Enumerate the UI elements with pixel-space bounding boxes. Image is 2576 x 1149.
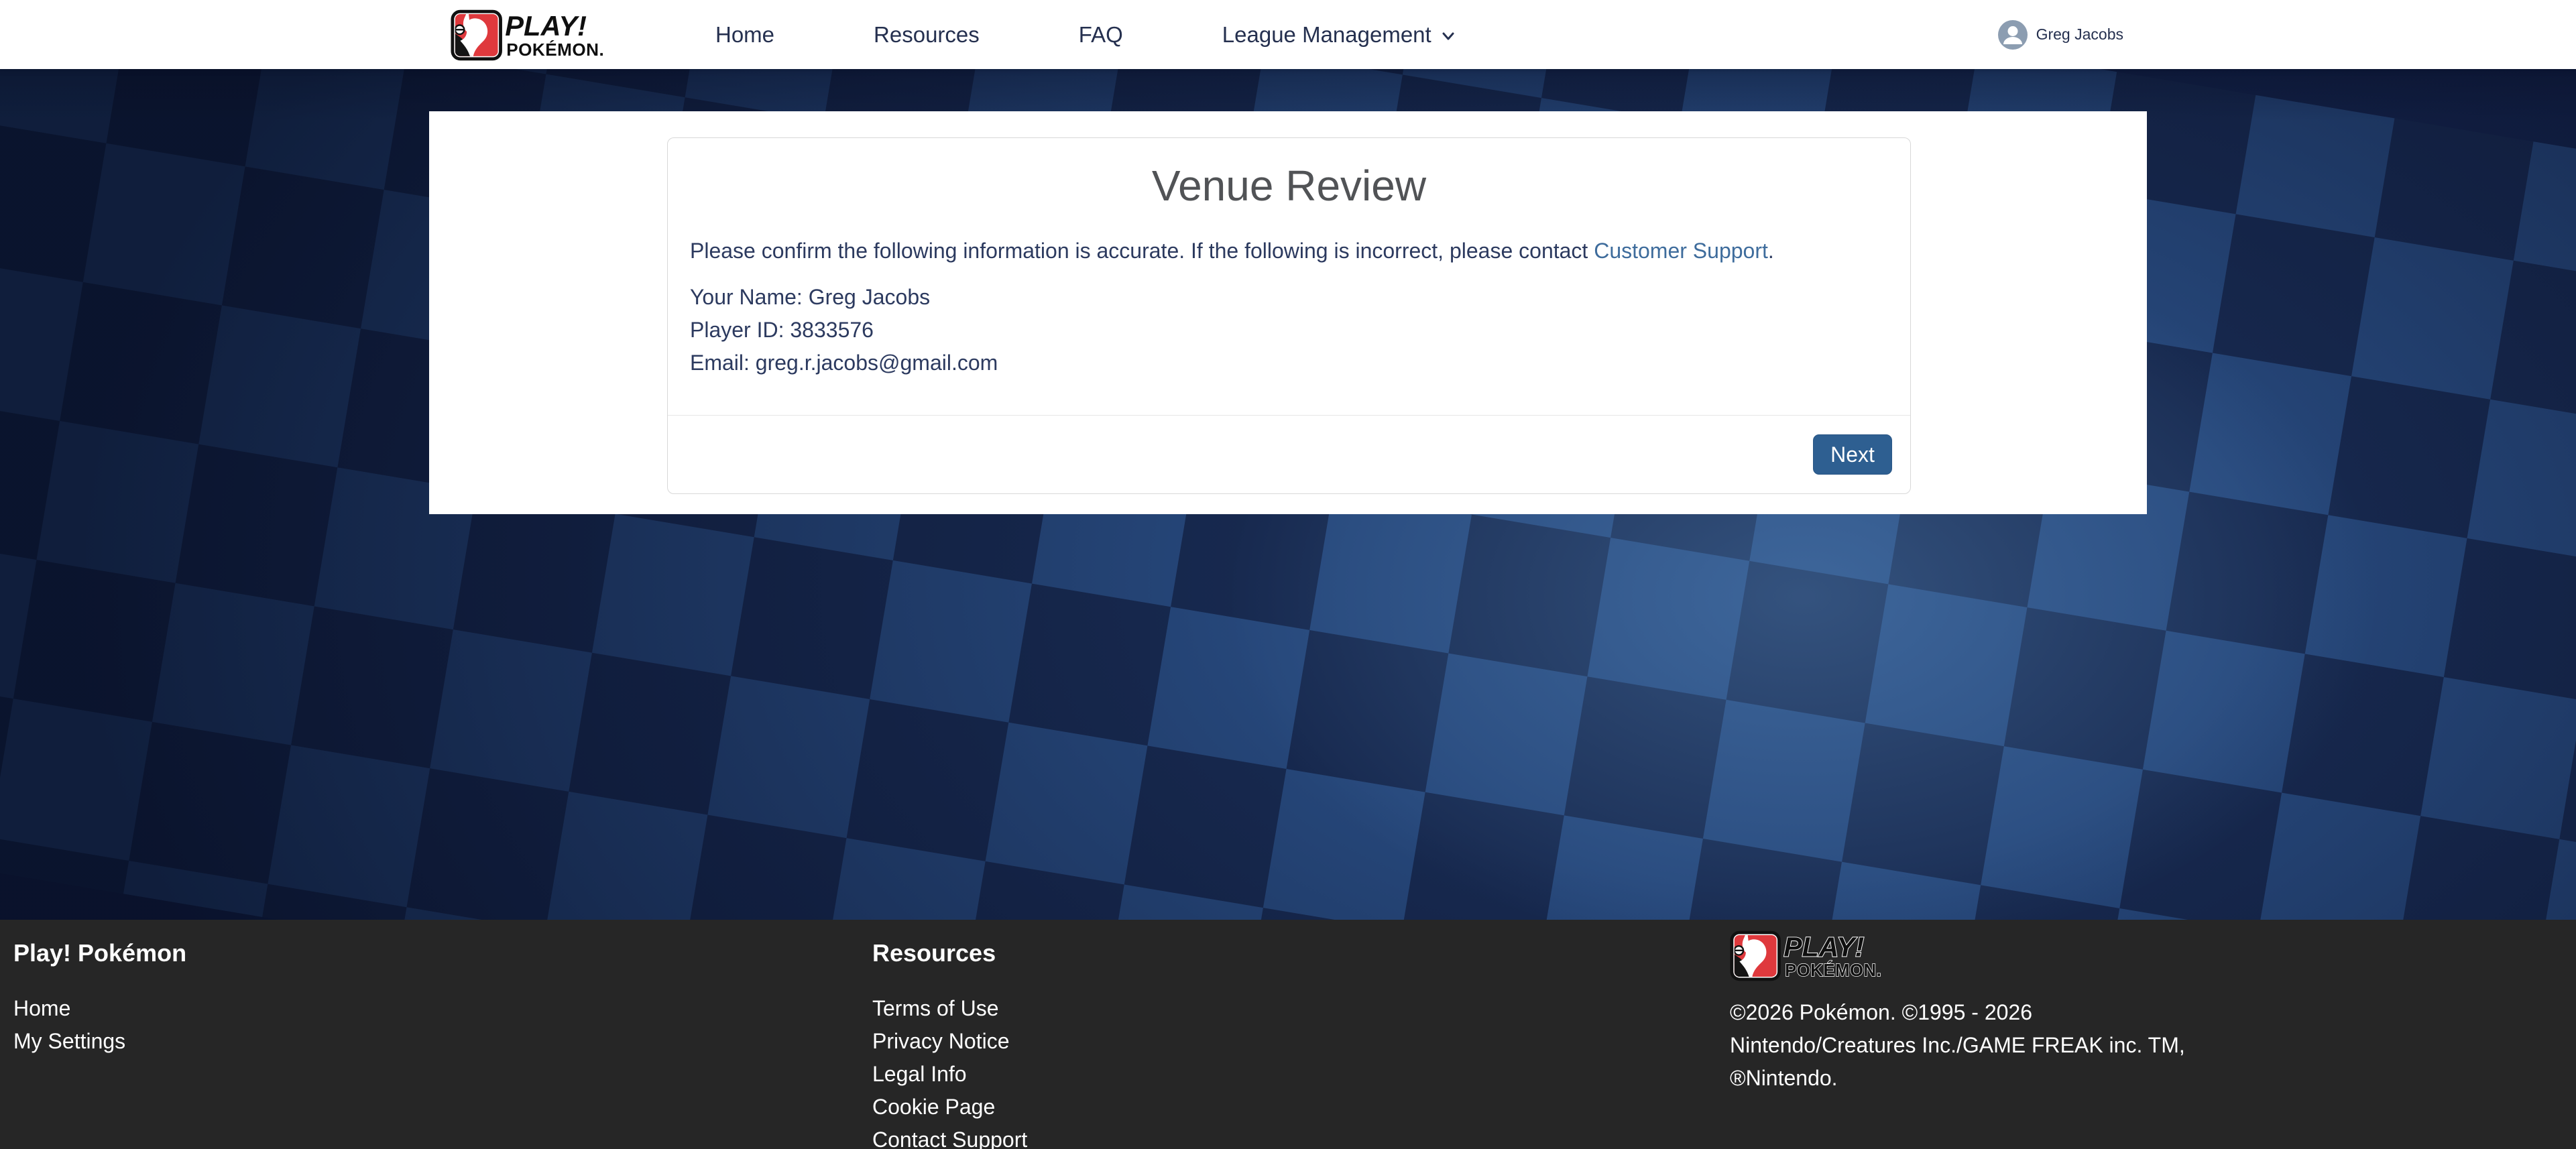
copyright-line-1: ©2026 Pokémon. ©1995 - 2026 [1730, 996, 2185, 1029]
content-panel: Venue Review Please confirm the followin… [429, 111, 2147, 514]
nav-item-resources[interactable]: Resources [874, 22, 980, 48]
footer-heading-play-pokemon: Play! Pokémon [13, 939, 186, 968]
player-email-line: Email: greg.r.jacobs@gmail.com [690, 347, 1888, 379]
card-footer: Next [668, 415, 1910, 493]
nav-item-league-management[interactable]: League Management [1222, 22, 1457, 48]
user-menu[interactable]: Greg Jacobs [1998, 20, 2123, 50]
player-id-line: Player ID: 3833576 [690, 314, 1888, 347]
footer-link-cookie-page[interactable]: Cookie Page [872, 1096, 1027, 1117]
footer-link-my-settings[interactable]: My Settings [13, 1030, 186, 1052]
venue-review-card: Venue Review Please confirm the followin… [667, 137, 1911, 494]
confirm-text-before: Please confirm the following information… [690, 239, 1594, 263]
page-title: Venue Review [668, 161, 1910, 210]
navbar-inner: PLAY! POKÉMON. Home Resources FAQ League… [0, 0, 2576, 69]
footer-link-contact-support[interactable]: Contact Support [872, 1129, 1027, 1149]
nav-item-league-management-label: League Management [1222, 22, 1431, 48]
copyright-line-3: ®Nintendo. [1730, 1062, 2185, 1095]
logo-pokemon-text: POKÉMON. [506, 39, 604, 59]
customer-support-link[interactable]: Customer Support [1594, 239, 1768, 263]
avatar [1998, 20, 2028, 50]
chevron-down-icon [1440, 27, 1457, 45]
play-pokemon-logo[interactable]: PLAY! POKÉMON. [451, 9, 652, 61]
footer-heading-resources: Resources [872, 939, 1027, 968]
footer-column-play-pokemon: Play! Pokémon Home My Settings [13, 920, 186, 1063]
footer-link-legal-info[interactable]: Legal Info [872, 1063, 1027, 1085]
play-pokemon-logo-footer: PLAY! POKÉMON. [1730, 930, 1928, 981]
next-button[interactable]: Next [1813, 434, 1892, 475]
footer-logo-pokemon-text: POKÉMON. [1785, 961, 1881, 980]
player-details: Your Name: Greg Jacobs Player ID: 383357… [690, 281, 1888, 379]
play-pokemon-logo-icon: PLAY! POKÉMON. [451, 9, 652, 61]
footer-column-brand: PLAY! POKÉMON. ©2026 Pokémon. ©1995 - 20… [1730, 920, 2185, 1095]
main-nav: Home Resources FAQ League Management [715, 22, 1457, 48]
copyright-line-2: Nintendo/Creatures Inc./GAME FREAK inc. … [1730, 1029, 2185, 1062]
footer-column-resources: Resources Terms of Use Privacy Notice Le… [872, 920, 1027, 1149]
footer-link-privacy-notice[interactable]: Privacy Notice [872, 1030, 1027, 1052]
user-name: Greg Jacobs [2036, 25, 2123, 44]
confirm-instructions: Please confirm the following information… [690, 237, 1888, 264]
nav-item-faq[interactable]: FAQ [1079, 22, 1123, 48]
page-footer: Play! Pokémon Home My Settings Resources… [0, 920, 2576, 1149]
page-background: Venue Review Please confirm the followin… [0, 69, 2576, 920]
footer-link-terms-of-use[interactable]: Terms of Use [872, 997, 1027, 1019]
copyright-text: ©2026 Pokémon. ©1995 - 2026 Nintendo/Cre… [1730, 996, 2185, 1095]
logo-play-text: PLAY! [505, 9, 587, 41]
footer-logo-play-text: PLAY! [1783, 931, 1864, 962]
confirm-text-after: . [1768, 239, 1774, 263]
footer-link-home[interactable]: Home [13, 997, 186, 1019]
nav-item-home[interactable]: Home [715, 22, 774, 48]
top-navbar: PLAY! POKÉMON. Home Resources FAQ League… [0, 0, 2576, 69]
player-name-line: Your Name: Greg Jacobs [690, 281, 1888, 314]
